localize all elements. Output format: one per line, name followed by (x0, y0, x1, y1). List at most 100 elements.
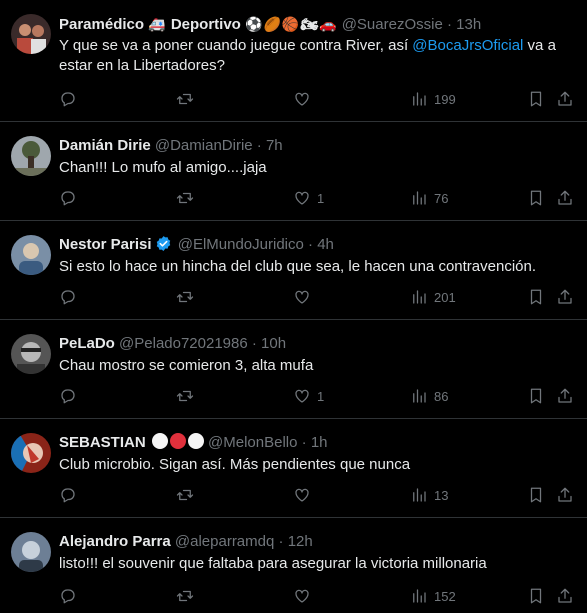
views-icon (413, 92, 426, 106)
views-icon (413, 290, 426, 304)
user-handle[interactable]: @MelonBello (208, 434, 297, 451)
retweet-button[interactable] (176, 89, 200, 109)
tweet-text: listo!!! el souvenir que faltaba para as… (59, 555, 487, 572)
reply-button[interactable] (59, 586, 83, 606)
views-button[interactable]: 152 (410, 586, 456, 606)
avatar[interactable] (11, 532, 51, 572)
separator-dot: · (278, 533, 284, 550)
tweet-header: Alejandro Parra @aleparramdq · 12h (59, 532, 575, 552)
like-icon (295, 290, 309, 304)
user-handle[interactable]: @Pelado72021986 (119, 335, 248, 352)
share-button[interactable] (556, 485, 574, 505)
bookmark-button[interactable] (527, 188, 545, 208)
share-button[interactable] (556, 287, 574, 307)
avatar[interactable] (11, 14, 51, 54)
retweet-button[interactable] (176, 386, 200, 406)
bookmark-button[interactable] (527, 586, 545, 606)
separator-dot: · (446, 16, 452, 33)
like-icon (295, 589, 309, 603)
user-handle[interactable]: @DamianDirie (155, 137, 253, 154)
ambulance-emoji: 🚑 (148, 16, 167, 32)
display-name[interactable]: Damián Dirie (59, 137, 151, 154)
like-button[interactable] (293, 485, 317, 505)
tweet-text: Chan!!! Lo mufo al amigo....jaja (59, 159, 267, 176)
retweet-button[interactable] (176, 586, 200, 606)
retweet-icon (176, 291, 194, 303)
retweet-button[interactable] (176, 287, 200, 307)
reply-icon (61, 389, 75, 404)
reply-button[interactable] (59, 89, 83, 109)
bookmark-button[interactable] (527, 485, 545, 505)
retweet-icon (176, 93, 194, 105)
share-button[interactable] (556, 586, 574, 606)
timestamp[interactable]: 13h (456, 16, 481, 33)
display-name[interactable]: SEBASTIAN (59, 434, 146, 451)
views-button[interactable]: 13 (410, 485, 448, 505)
like-count: 1 (317, 190, 325, 206)
timestamp[interactable]: 4h (317, 236, 334, 253)
tweet-card[interactable]: SEBASTIAN @MelonBello · 1h Club microbio… (0, 419, 587, 518)
like-button[interactable]: 1 (293, 188, 324, 208)
tweet-card[interactable]: Alejandro Parra @aleparramdq · 12h listo… (0, 518, 587, 613)
mention-link[interactable]: @BocaJrsOficial (412, 37, 523, 54)
retweet-icon (176, 192, 194, 204)
like-button[interactable] (293, 287, 317, 307)
user-handle[interactable]: @aleparramdq (175, 533, 274, 550)
display-name[interactable]: Nestor Parisi (59, 236, 152, 253)
sports-emoji: ⚽🏉🏀🏍🚗 (245, 16, 338, 32)
white-circle-icon (187, 433, 204, 449)
display-name[interactable]: PeLaDo (59, 335, 115, 352)
views-button[interactable]: 76 (410, 188, 448, 208)
views-icon (413, 589, 426, 603)
views-icon (413, 389, 426, 403)
share-button[interactable] (556, 386, 574, 406)
avatar[interactable] (11, 136, 51, 176)
retweet-icon (176, 390, 194, 402)
user-handle[interactable]: @SuarezOssie (342, 16, 443, 33)
like-button[interactable]: 1 (293, 386, 324, 406)
action-bar: 152 (59, 586, 575, 606)
reply-button[interactable] (59, 287, 83, 307)
bookmark-icon (530, 487, 542, 503)
tweet-text: Y que se va a poner cuando juegue contra… (59, 37, 556, 74)
share-button[interactable] (556, 188, 574, 208)
avatar[interactable] (11, 235, 51, 275)
reply-button[interactable] (59, 386, 83, 406)
tweet-card[interactable]: Nestor Parisi @ElMundoJuridico · 4h Si e… (0, 221, 587, 320)
bookmark-button[interactable] (527, 89, 545, 109)
timestamp[interactable]: 12h (288, 533, 313, 550)
bookmark-icon (530, 91, 542, 107)
bookmark-button[interactable] (527, 287, 545, 307)
reply-button[interactable] (59, 485, 83, 505)
views-button[interactable]: 199 (410, 89, 456, 109)
display-name[interactable]: Alejandro Parra (59, 533, 171, 550)
separator-dot: · (256, 137, 262, 154)
like-icon (295, 191, 309, 205)
user-handle[interactable]: @ElMundoJuridico (178, 236, 304, 253)
bookmark-button[interactable] (527, 386, 545, 406)
timestamp[interactable]: 1h (311, 434, 328, 451)
display-name[interactable]: Paramédico 🚑 Deportivo ⚽🏉🏀🏍🚗 (59, 16, 338, 33)
views-icon (413, 488, 426, 502)
action-bar: 13 (59, 485, 575, 505)
tweet-card[interactable]: Damián Dirie @DamianDirie · 7h Chan!!! L… (0, 122, 587, 221)
views-button[interactable]: 201 (410, 287, 456, 307)
views-icon (413, 191, 426, 205)
reply-button[interactable] (59, 188, 83, 208)
reply-icon (61, 589, 75, 604)
like-button[interactable] (293, 89, 317, 109)
share-button[interactable] (556, 89, 574, 109)
verified-badge-icon (156, 236, 170, 251)
views-button[interactable]: 86 (410, 386, 448, 406)
tweet-card[interactable]: PeLaDo @Pelado72021986 · 10h Chau mostro… (0, 320, 587, 419)
bookmark-icon (530, 588, 542, 604)
retweet-icon (176, 489, 194, 501)
timestamp[interactable]: 7h (266, 137, 283, 154)
avatar[interactable] (11, 433, 51, 473)
retweet-button[interactable] (176, 188, 200, 208)
avatar[interactable] (11, 334, 51, 374)
like-button[interactable] (293, 586, 317, 606)
tweet-card[interactable]: Paramédico 🚑 Deportivo ⚽🏉🏀🏍🚗 @SuarezOssi… (0, 0, 587, 122)
timestamp[interactable]: 10h (261, 335, 286, 352)
retweet-button[interactable] (176, 485, 200, 505)
